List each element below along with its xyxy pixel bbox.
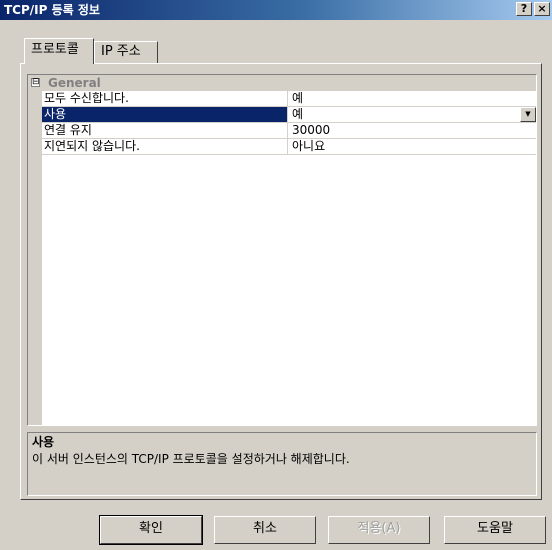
property-value[interactable]: 아니요 bbox=[289, 139, 536, 154]
close-icon[interactable]: × bbox=[534, 2, 550, 16]
help-icon[interactable]: ? bbox=[516, 2, 532, 16]
grid-margin bbox=[28, 75, 42, 425]
collapse-icon[interactable]: ⊟ bbox=[31, 78, 40, 87]
title-bar: TCP/IP 등록 정보 ? × bbox=[0, 0, 552, 20]
window-title: TCP/IP 등록 정보 bbox=[4, 3, 100, 17]
tab-ip-address[interactable]: IP 주소 bbox=[94, 41, 158, 63]
description-title: 사용 bbox=[32, 435, 55, 449]
property-value[interactable]: 30000 bbox=[289, 123, 536, 138]
apply-button[interactable]: 적용(A) bbox=[328, 516, 430, 544]
property-row-no-delay[interactable]: 지연되지 않습니다. 아니요 bbox=[42, 139, 536, 155]
property-value-text: 예 bbox=[292, 107, 304, 121]
chevron-down-icon[interactable]: ▼ bbox=[520, 107, 536, 122]
description-panel: 사용 이 서버 인스턴스의 TCP/IP 프로토콜을 설정하거나 해제합니다. bbox=[27, 432, 537, 496]
property-grid: ⊟ General 모두 수신합니다. 예 사용 예 ▼ 연결 유지 30000… bbox=[27, 74, 537, 426]
tab-panel-protocol: ⊟ General 모두 수신합니다. 예 사용 예 ▼ 연결 유지 30000… bbox=[20, 63, 542, 500]
help-button[interactable]: 도움말 bbox=[444, 516, 546, 544]
property-value[interactable]: 예 ▼ bbox=[289, 107, 536, 122]
cancel-button[interactable]: 취소 bbox=[214, 516, 316, 544]
ok-button[interactable]: 확인 bbox=[99, 515, 203, 545]
property-row-listen-all[interactable]: 모두 수신합니다. 예 bbox=[42, 91, 536, 107]
property-name: 연결 유지 bbox=[42, 123, 288, 138]
property-row-keep-alive[interactable]: 연결 유지 30000 bbox=[42, 123, 536, 139]
property-row-enabled[interactable]: 사용 예 ▼ bbox=[42, 107, 536, 123]
category-row-general: ⊟ General bbox=[28, 75, 536, 91]
property-name: 지연되지 않습니다. bbox=[42, 139, 288, 154]
property-name: 사용 bbox=[42, 107, 288, 122]
tcpip-properties-dialog: TCP/IP 등록 정보 ? × 프로토콜 IP 주소 ⊟ General 모두… bbox=[0, 0, 552, 550]
category-label: General bbox=[48, 76, 101, 90]
description-text: 이 서버 인스턴스의 TCP/IP 프로토콜을 설정하거나 해제합니다. bbox=[32, 452, 350, 466]
property-value[interactable]: 예 bbox=[289, 91, 536, 106]
property-name: 모두 수신합니다. bbox=[42, 91, 288, 106]
tab-protocol[interactable]: 프로토콜 bbox=[24, 38, 94, 64]
